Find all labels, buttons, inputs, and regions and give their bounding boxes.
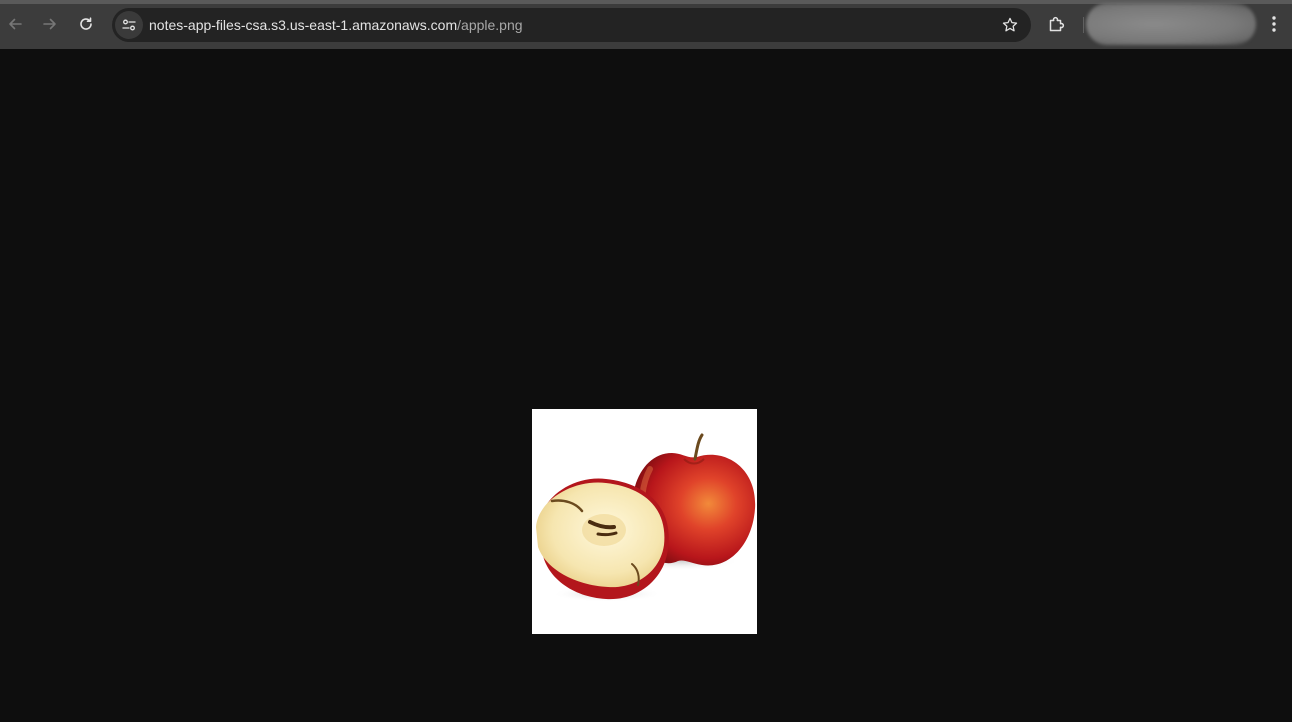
kebab-menu-icon: [1272, 16, 1276, 32]
apple-image[interactable]: [532, 409, 757, 634]
arrow-right-icon: [43, 18, 56, 30]
site-info-button[interactable]: [115, 11, 143, 39]
bookmark-button[interactable]: [999, 14, 1021, 36]
extensions-button[interactable]: [1045, 12, 1069, 36]
address-bar[interactable]: notes-app-files-csa.s3.us-east-1.amazona…: [112, 8, 1031, 42]
browser-toolbar: notes-app-files-csa.s3.us-east-1.amazona…: [0, 0, 1292, 49]
back-button[interactable]: [1, 10, 29, 38]
tune-icon: [122, 19, 136, 31]
star-icon: [1002, 17, 1018, 32]
arrow-left-icon: [9, 18, 22, 30]
tab-strip-edge: [0, 0, 1292, 4]
browser-menu-button[interactable]: [1262, 12, 1286, 36]
reload-icon: [80, 17, 92, 30]
url-text[interactable]: notes-app-files-csa.s3.us-east-1.amazona…: [149, 8, 523, 42]
url-host: notes-app-files-csa.s3.us-east-1.amazona…: [149, 17, 458, 33]
profile-chip-redacted[interactable]: [1086, 3, 1256, 45]
puzzle-icon: [1049, 16, 1065, 32]
apple-illustration: [536, 433, 756, 602]
reload-button[interactable]: [72, 10, 100, 38]
url-path: /apple.png: [457, 17, 523, 33]
toolbar-divider: [1083, 17, 1084, 33]
forward-button[interactable]: [36, 10, 64, 38]
